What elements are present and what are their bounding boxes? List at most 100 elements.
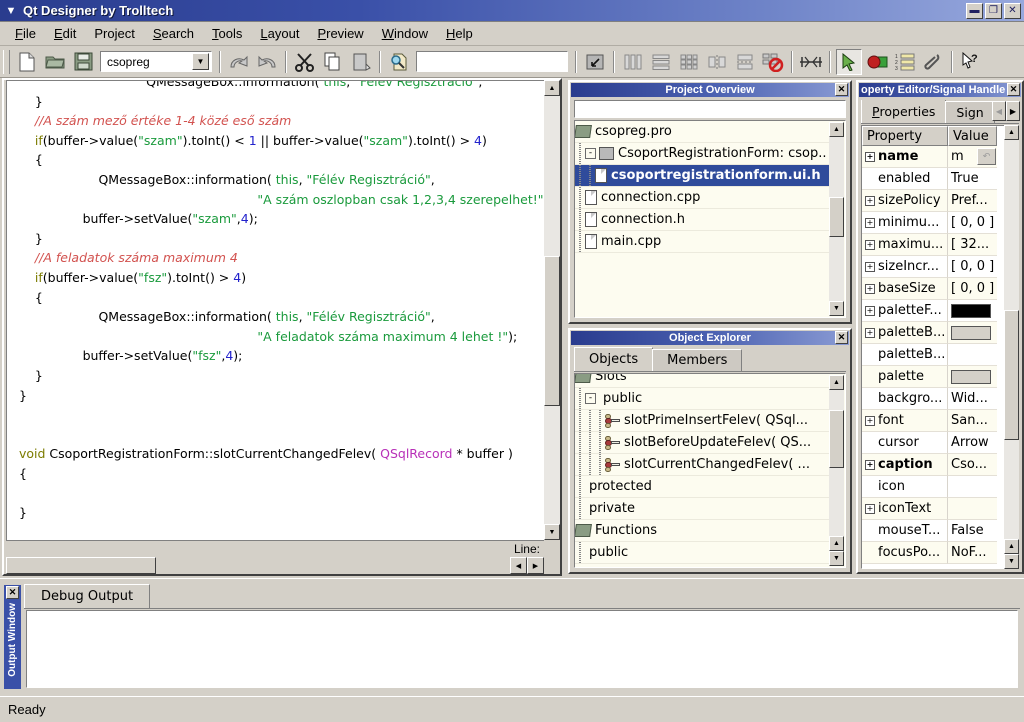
- buddy-paperclip-icon[interactable]: [920, 49, 946, 75]
- menu-search[interactable]: Search: [144, 23, 203, 44]
- close-icon[interactable]: ✕: [6, 586, 19, 599]
- property-row[interactable]: + sizePolicy Pref...: [862, 190, 1018, 212]
- triangle-right-icon[interactable]: ▶: [1006, 101, 1020, 121]
- menu-file[interactable]: File: [6, 23, 45, 44]
- tree-row[interactable]: slotCurrentChangedFelev( ...: [575, 453, 829, 476]
- property-value-cell[interactable]: [ 32...: [948, 234, 997, 256]
- project-tree-scrollbar[interactable]: ▲ ▼: [829, 122, 844, 316]
- tree-row[interactable]: - public: [575, 387, 829, 410]
- triangle-left-icon[interactable]: ◀: [992, 101, 1006, 121]
- scroll-thumb[interactable]: [6, 557, 156, 574]
- property-value-cell[interactable]: Arrow: [948, 432, 997, 454]
- menu-layout[interactable]: Layout: [251, 23, 308, 44]
- menu-project[interactable]: Project: [85, 23, 143, 44]
- tab-order-icon[interactable]: 123: [892, 49, 918, 75]
- property-row[interactable]: + paletteB...: [862, 322, 1018, 344]
- tree-row[interactable]: public: [575, 541, 829, 564]
- expand-plus-icon[interactable]: +: [865, 151, 875, 162]
- debug-output-text-area[interactable]: [26, 610, 1018, 688]
- minimize-button[interactable]: ▬: [966, 2, 983, 19]
- tree-row[interactable]: Slots: [575, 374, 829, 388]
- expand-plus-icon[interactable]: +: [865, 327, 875, 338]
- scroll-down-button[interactable]: ▼: [544, 524, 560, 540]
- tree-row[interactable]: Functions: [575, 520, 829, 542]
- whats-this-icon[interactable]: ?: [958, 49, 984, 75]
- break-layout-icon[interactable]: [760, 49, 786, 75]
- scroll-left-button[interactable]: ◀: [510, 557, 527, 574]
- tree-row[interactable]: slotPrimeInsertFelev( QSql...: [575, 409, 829, 432]
- property-value-cell[interactable]: [948, 498, 997, 520]
- find-magnifier-icon[interactable]: [386, 49, 412, 75]
- splitter-horizontal-icon[interactable]: [704, 49, 730, 75]
- scroll-up-button-2[interactable]: ▲: [1004, 539, 1019, 554]
- property-row[interactable]: + iconText: [862, 498, 1018, 520]
- property-row[interactable]: + minimu...[ 0, 0 ]: [862, 212, 1018, 234]
- scroll-up-button[interactable]: ▲: [1004, 125, 1019, 140]
- column-header-property[interactable]: Property: [862, 126, 948, 146]
- close-icon[interactable]: ✕: [835, 83, 848, 96]
- tree-row[interactable]: private: [575, 497, 829, 520]
- code-editor-horizontal-scrollbar[interactable]: ◀ ▶: [6, 557, 544, 574]
- tree-expander[interactable]: -: [585, 148, 596, 159]
- arrow-pointer-icon[interactable]: [836, 48, 862, 75]
- tree-row[interactable]: connection.h: [575, 208, 829, 231]
- scroll-down-button[interactable]: ▼: [829, 301, 844, 316]
- splitter-vertical-icon[interactable]: [732, 49, 758, 75]
- tab-objects[interactable]: Objects: [574, 347, 654, 371]
- property-row[interactable]: mouseT... False: [862, 520, 1018, 542]
- chevron-down-icon[interactable]: ▼: [192, 53, 209, 70]
- column-header-value[interactable]: Value: [948, 126, 997, 146]
- toolbar-grip[interactable]: [3, 49, 10, 74]
- menu-help[interactable]: Help: [437, 23, 482, 44]
- object-tree[interactable]: Slots - public slotPrimeInsertFelev( QSql..…: [574, 373, 846, 568]
- layout-grid-icon[interactable]: [676, 49, 702, 75]
- maximize-button[interactable]: ❐: [985, 2, 1002, 19]
- tab-debug-output[interactable]: Debug Output: [24, 584, 151, 608]
- scroll-track[interactable]: [829, 390, 844, 536]
- tree-row[interactable]: main.cpp: [575, 230, 829, 253]
- tree-row[interactable]: connection.cpp: [575, 186, 829, 209]
- property-value-cell[interactable]: Wid...: [948, 388, 997, 410]
- scroll-track[interactable]: [544, 96, 560, 524]
- redo-arrow-icon[interactable]: [254, 49, 280, 75]
- code-editor-text-area[interactable]: QMessageBox::information( this, "Félév R…: [6, 80, 544, 540]
- scroll-right-button[interactable]: ▶: [527, 557, 544, 574]
- tree-expander[interactable]: -: [585, 393, 596, 404]
- tab-properties[interactable]: Properties: [861, 100, 947, 123]
- property-row[interactable]: icon: [862, 476, 1018, 498]
- property-row[interactable]: + maximu...[ 32...: [862, 234, 1018, 256]
- paste-clipboard-icon[interactable]: [348, 49, 374, 75]
- property-row[interactable]: enabled True: [862, 168, 1018, 190]
- project-tree[interactable]: csopreg.pro - CsoportRegistrationForm: cso…: [574, 120, 846, 318]
- expand-plus-icon[interactable]: +: [865, 217, 875, 228]
- scroll-down-button[interactable]: ▼: [1004, 554, 1019, 569]
- scissors-icon[interactable]: [292, 49, 318, 75]
- property-row[interactable]: focusPo... NoF...: [862, 542, 1018, 564]
- property-table-scrollbar[interactable]: ▲ ▲ ▼: [1004, 125, 1019, 569]
- property-value-cell[interactable]: Cso...: [948, 454, 997, 476]
- property-value-cell[interactable]: m ↶: [948, 146, 997, 168]
- system-menu-chevron-down-icon[interactable]: ▼: [3, 3, 19, 19]
- tree-row[interactable]: csopreg.pro: [575, 121, 829, 143]
- undo-arrow-icon[interactable]: [226, 49, 252, 75]
- property-row[interactable]: backgro... Wid...: [862, 388, 1018, 410]
- expand-plus-icon[interactable]: +: [865, 415, 875, 426]
- spacer-icon[interactable]: [798, 49, 824, 75]
- scroll-up-button-2[interactable]: ▲: [829, 536, 844, 551]
- property-row[interactable]: + paletteF...: [862, 300, 1018, 322]
- menu-window[interactable]: Window: [373, 23, 437, 44]
- output-window-handle[interactable]: ✕ Output Window: [4, 585, 21, 689]
- property-row[interactable]: + sizeIncr...[ 0, 0 ]: [862, 256, 1018, 278]
- tab-signal-handlers[interactable]: Sign: [945, 101, 995, 123]
- color-swatch[interactable]: [951, 369, 991, 384]
- expand-plus-icon[interactable]: +: [865, 305, 875, 316]
- close-icon[interactable]: ✕: [835, 331, 848, 344]
- scroll-down-button[interactable]: ▼: [829, 551, 844, 566]
- property-row[interactable]: + name m ↶: [862, 146, 1018, 168]
- property-value-cell[interactable]: [948, 476, 997, 498]
- scroll-thumb[interactable]: [829, 410, 844, 468]
- close-icon[interactable]: ✕: [1007, 83, 1020, 96]
- scroll-up-button[interactable]: ▲: [544, 80, 560, 96]
- property-value-cell[interactable]: [948, 366, 997, 388]
- property-value-cell[interactable]: NoF...: [948, 542, 997, 564]
